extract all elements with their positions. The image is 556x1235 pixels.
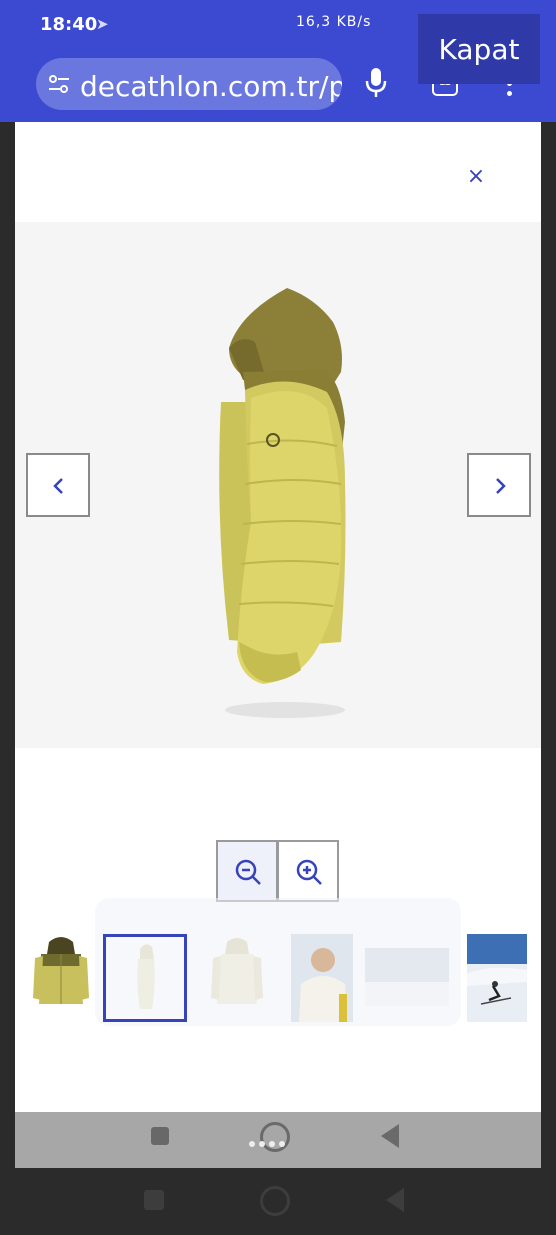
microphone-icon[interactable]: [364, 66, 388, 100]
zoom-in-icon: [296, 859, 322, 885]
screen: 18:40 ➤ 16,3 KB/s 35 decathlon.com.tr/p …: [0, 0, 556, 1235]
jacket-side-image: [219, 288, 346, 718]
system-recent-apps-icon[interactable]: [144, 1190, 164, 1210]
page-indicator-dots: [249, 1134, 305, 1147]
system-navigation-bar: [0, 1168, 556, 1235]
thumbnail-skier-action[interactable]: [467, 934, 541, 1022]
thumbnail-jacket-front-olive[interactable]: [19, 934, 103, 1022]
back-icon[interactable]: [381, 1124, 399, 1148]
thumbnail-snow-landscape[interactable]: [365, 934, 449, 1022]
zoom-out-button[interactable]: [216, 840, 278, 902]
site-settings-icon[interactable]: [48, 73, 70, 95]
navigation-arrow-icon: ➤: [96, 16, 109, 33]
product-image-stage: [15, 222, 541, 748]
thumbnail-strip: [15, 934, 541, 1026]
status-network-speed: 16,3 KB/s: [296, 14, 372, 30]
recent-apps-icon[interactable]: [151, 1127, 169, 1145]
url-text[interactable]: decathlon.com.tr/p: [80, 70, 342, 103]
status-time: 18:40: [40, 14, 98, 35]
thumbnail-jacket-side-cream[interactable]: [103, 934, 187, 1022]
chevron-right-icon: [496, 478, 506, 494]
chevron-left-icon: [53, 478, 63, 494]
next-image-button[interactable]: [467, 453, 531, 517]
thumbnail-model-wearing-jacket[interactable]: [291, 934, 375, 1022]
product-image-viewer: ×: [15, 122, 541, 1112]
thumbnail-jacket-front-cream[interactable]: [195, 934, 279, 1022]
close-overlay-button[interactable]: Kapat: [418, 14, 540, 84]
zoom-out-icon: [235, 859, 261, 885]
address-bar[interactable]: decathlon.com.tr/p: [36, 58, 342, 110]
app-navigation-bar: [15, 1112, 541, 1168]
close-viewer-button[interactable]: ×: [465, 166, 487, 188]
previous-image-button[interactable]: [26, 453, 90, 517]
zoom-controls: [216, 840, 341, 902]
system-back-icon[interactable]: [386, 1188, 404, 1212]
zoom-in-button[interactable]: [277, 840, 339, 902]
system-home-icon[interactable]: [260, 1186, 290, 1216]
